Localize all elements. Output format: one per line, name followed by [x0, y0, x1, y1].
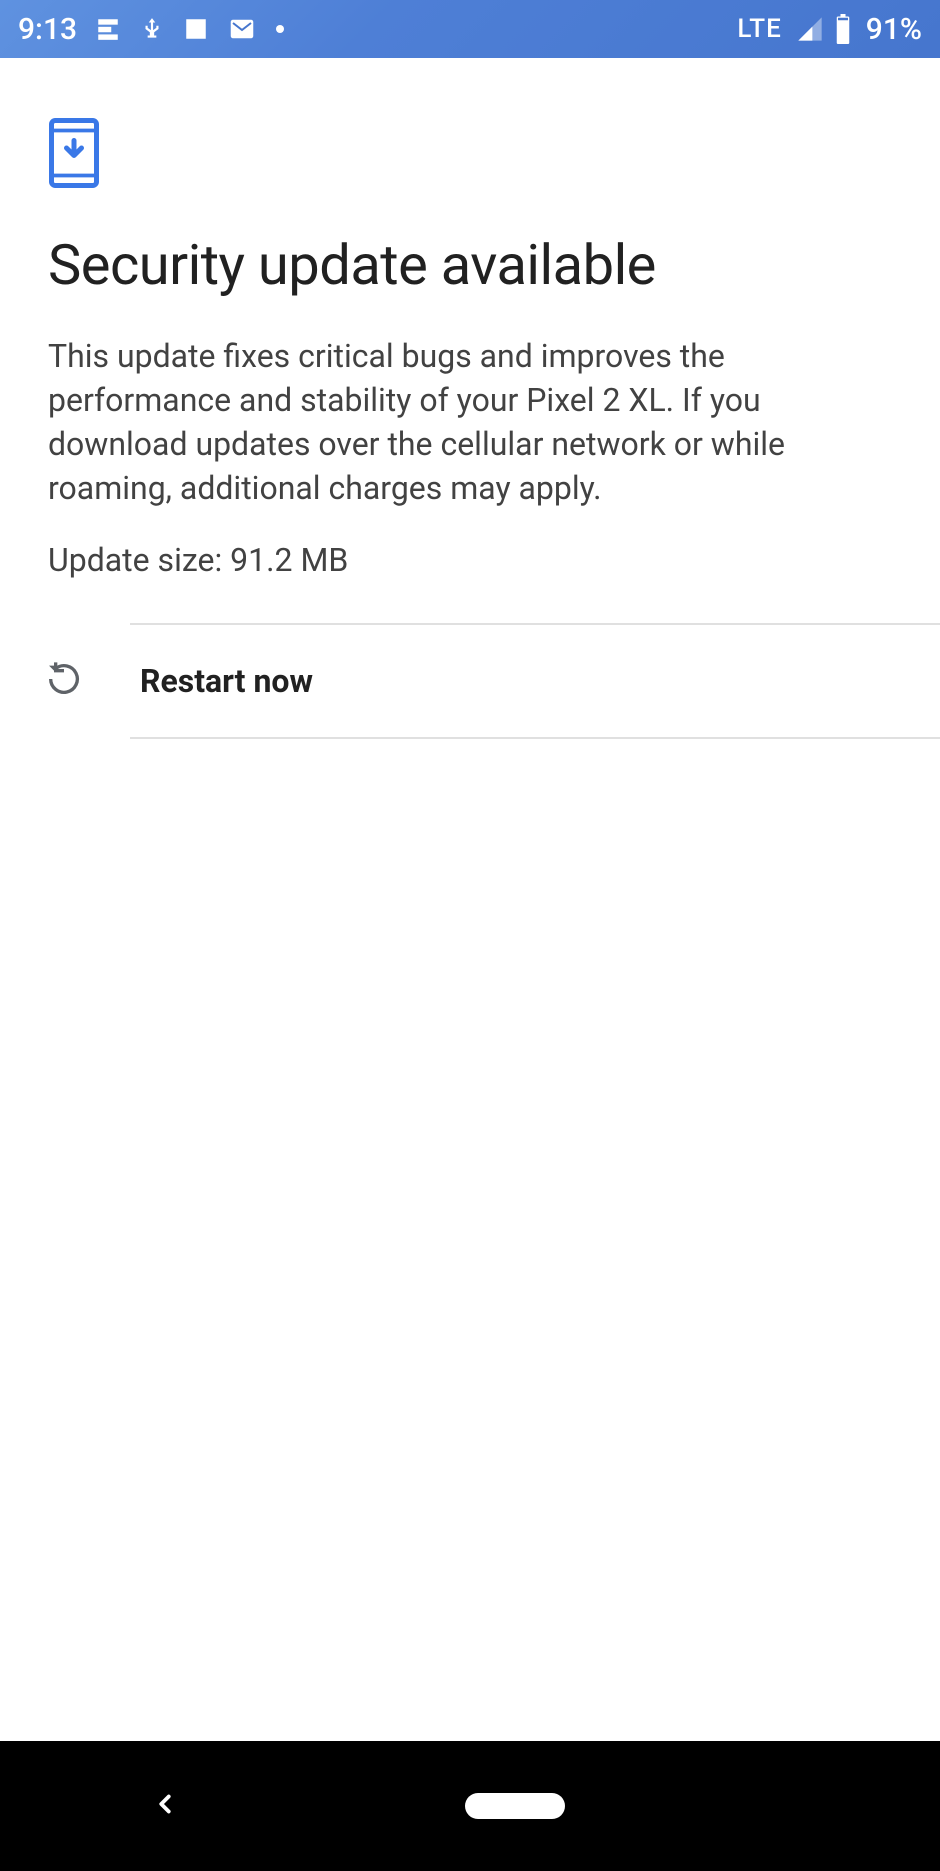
battery-percentage: 91%	[866, 12, 922, 47]
navigation-bar	[0, 1741, 940, 1871]
page-title: Security update available	[48, 232, 892, 298]
update-description: This update fixes critical bugs and impr…	[48, 334, 892, 511]
status-time: 9:13	[18, 12, 77, 47]
restart-now-button[interactable]: Restart now	[130, 623, 940, 739]
status-right: LTE 91%	[737, 12, 922, 47]
mail-icon	[227, 17, 257, 41]
nav-home-button[interactable]	[465, 1793, 565, 1819]
battery-icon	[834, 14, 852, 44]
status-bar[interactable]: 9:13 LTE 91%	[0, 0, 940, 58]
notification-icon	[95, 16, 121, 42]
screen: 9:13 LTE 91%	[0, 0, 940, 1871]
system-update-icon	[48, 118, 940, 192]
status-left: 9:13	[18, 12, 285, 47]
nav-back-button[interactable]	[150, 1789, 180, 1823]
signal-icon	[796, 15, 824, 43]
usb-icon	[139, 14, 165, 44]
restart-icon	[44, 659, 84, 703]
restart-label: Restart now	[140, 662, 313, 700]
network-label: LTE	[737, 14, 781, 44]
square-icon	[183, 16, 209, 42]
main-content: Security update available This update fi…	[0, 58, 940, 1741]
update-size: Update size: 91.2 MB	[48, 541, 892, 579]
more-notifications-icon	[275, 24, 285, 34]
